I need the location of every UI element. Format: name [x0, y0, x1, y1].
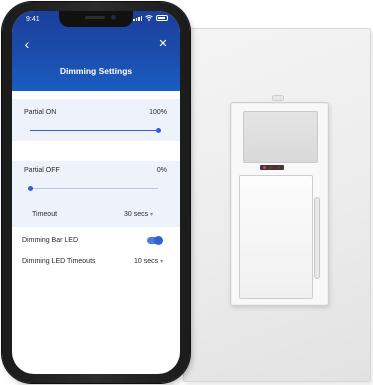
front-camera: [111, 15, 116, 20]
status-led-strip: [260, 165, 284, 170]
chevron-down-icon: ▾: [150, 212, 154, 218]
timeout-label: Timeout: [32, 211, 58, 218]
phone-screen: 9:41 ‹ ✕ Dimming Settings Partial ON 100…: [12, 11, 180, 374]
partial-off-value: 0%: [156, 167, 167, 174]
battery-icon: [156, 15, 168, 21]
partial-on-label: Partial ON: [24, 109, 57, 116]
occupancy-sensor-lens: [243, 111, 318, 163]
close-button[interactable]: ✕: [156, 38, 170, 52]
partial-on-slider[interactable]: [30, 128, 161, 133]
rocker-paddle: [239, 175, 313, 299]
dimming-led-timeouts-label: Dimming LED Timeouts: [22, 258, 96, 265]
screen-title: Dimming Settings: [59, 66, 133, 76]
status-icons: [133, 15, 168, 21]
partial-off-label: Partial OFF: [24, 167, 60, 174]
toggle-knob: [154, 236, 163, 245]
partial-on-section: Partial ON 100%: [12, 99, 180, 141]
phone-notch: [59, 11, 133, 27]
back-button[interactable]: ‹: [20, 37, 34, 52]
dimming-led-timeouts-value: 10 secs: [134, 258, 159, 265]
wifi-icon: [145, 15, 153, 21]
led-indicator: [277, 166, 280, 169]
cellular-signal-icon: [133, 15, 142, 21]
speaker-grille: [85, 16, 105, 19]
dimming-led-timeouts-dropdown[interactable]: 10 secs ▾: [134, 258, 163, 265]
led-indicator: [263, 166, 266, 169]
partial-on-value: 100%: [149, 109, 167, 116]
dimming-bar: [314, 197, 320, 279]
dimming-bar-led-label: Dimming Bar LED: [22, 237, 79, 244]
slider-thumb[interactable]: [27, 186, 33, 191]
timeout-dropdown[interactable]: 30 secs ▾: [124, 211, 153, 218]
dimming-bar-led-toggle[interactable]: [147, 236, 163, 245]
partial-off-section: Partial OFF 0% Timeout 30 secs ▾: [12, 161, 180, 227]
status-time: 9:41: [26, 16, 40, 23]
timeout-value: 30 secs: [124, 211, 149, 218]
phone-frame: 9:41 ‹ ✕ Dimming Settings Partial ON 100…: [2, 2, 190, 383]
chevron-down-icon: ▾: [160, 259, 164, 265]
slider-thumb[interactable]: [155, 128, 161, 133]
top-mount-tab: [272, 95, 284, 101]
dimmer-switch: [230, 102, 329, 306]
led-indicator: [270, 166, 273, 169]
slider-fill: [30, 130, 158, 131]
wall-plate: [183, 28, 371, 382]
partial-off-slider[interactable]: [27, 186, 158, 191]
